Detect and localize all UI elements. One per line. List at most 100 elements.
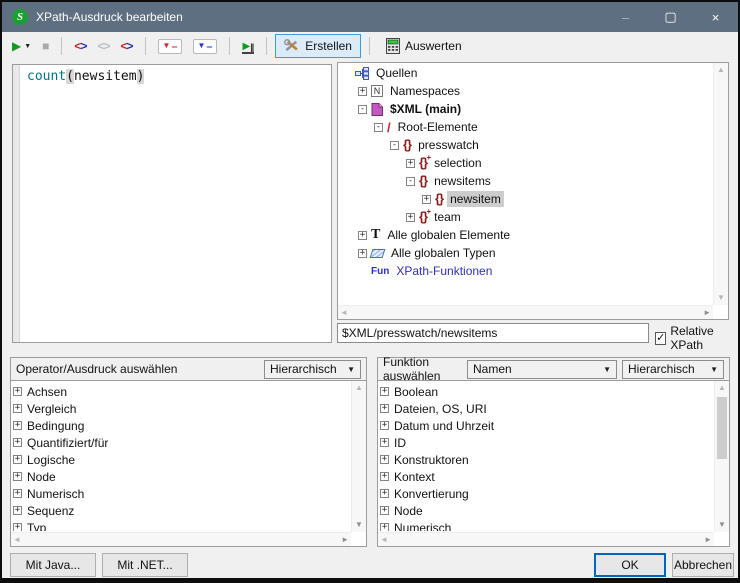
expand-icon[interactable]: + (380, 404, 389, 413)
scroll-left-icon[interactable]: ◄ (340, 309, 348, 317)
evaluate-mode-button[interactable]: Auswerten (378, 35, 470, 57)
tree-item-team[interactable]: +{}+team (338, 208, 712, 226)
expand-icon[interactable]: + (13, 506, 22, 515)
tree-item-newsitems[interactable]: -{}newsitems (338, 172, 712, 190)
scroll-left-icon[interactable]: ◄ (13, 536, 21, 544)
expand-icon[interactable]: + (406, 213, 415, 222)
title-bar[interactable]: S XPath-Ausdruck bearbeiten – ▢ × (2, 2, 738, 32)
insert-breakpoint-button[interactable]: ▼--- (154, 36, 186, 57)
list-item-achsen[interactable]: +Achsen (13, 383, 350, 400)
expand-icon[interactable]: + (13, 387, 22, 396)
expand-icon[interactable]: + (422, 195, 431, 204)
list-item-bedingung[interactable]: +Bedingung (13, 417, 350, 434)
expand-icon[interactable]: + (13, 455, 22, 464)
with-dotnet-button[interactable]: Mit .NET... (102, 553, 188, 577)
step-out-button[interactable]: <> (93, 36, 113, 56)
list-item-id[interactable]: +ID (380, 434, 713, 451)
scroll-right-icon[interactable]: ► (703, 309, 711, 317)
xpath-expression-editor[interactable]: count(newsitem) (12, 64, 332, 343)
insert-tracepoint-button[interactable]: ▼--- (189, 36, 221, 57)
scroll-up-icon[interactable]: ▲ (715, 384, 729, 392)
collapse-icon[interactable]: - (390, 141, 399, 150)
operator-view-dropdown[interactable]: Hierarchisch ▼ (264, 360, 361, 379)
expand-icon[interactable]: + (358, 87, 367, 96)
collapse-icon[interactable]: - (406, 177, 415, 186)
step-over-button[interactable]: <> (116, 36, 136, 56)
tree-item-root-elemente[interactable]: -/Root-Elemente (338, 118, 712, 136)
function-sort-dropdown[interactable]: Namen ▼ (467, 360, 617, 379)
function-horizontal-scrollbar[interactable]: ◄ ► (378, 532, 714, 546)
expand-icon[interactable]: + (380, 455, 389, 464)
cancel-button[interactable]: Abbrechen (672, 553, 734, 577)
scroll-down-icon[interactable]: ▼ (352, 521, 366, 529)
expand-icon[interactable]: + (358, 249, 367, 258)
list-item-konvertierung[interactable]: +Konvertierung (380, 485, 713, 502)
tree-item-alle-globalen-typen[interactable]: +Alle globalen Typen (338, 244, 712, 262)
list-item-kontext[interactable]: +Kontext (380, 468, 713, 485)
xpath-context-field[interactable]: $XML/presswatch/newsitems (337, 323, 649, 343)
scroll-down-icon[interactable]: ▼ (714, 294, 728, 302)
tree-item-alle-globalen-elemente[interactable]: +TAlle globalen Elemente (338, 226, 712, 244)
expand-icon[interactable]: + (358, 231, 367, 240)
relative-xpath-checkbox[interactable]: ✓ (655, 332, 666, 345)
list-item-numerisch[interactable]: +Numerisch (380, 519, 713, 531)
list-item-quantifiziert-f-r[interactable]: +Quantifiziert/für (13, 434, 350, 451)
scrollbar-thumb[interactable] (717, 397, 727, 459)
tree-horizontal-scrollbar[interactable]: ◄ ► (338, 305, 713, 319)
ok-button[interactable]: OK (594, 553, 666, 577)
scroll-down-icon[interactable]: ▼ (715, 521, 729, 529)
start-evaluation-button[interactable]: ▶ ▼ (8, 37, 35, 55)
collapse-icon[interactable]: - (374, 123, 383, 132)
operator-horizontal-scrollbar[interactable]: ◄ ► (11, 532, 351, 546)
stop-button[interactable]: ■ (38, 37, 53, 55)
expand-icon[interactable]: + (380, 421, 389, 430)
tree-item-presswatch[interactable]: -{}presswatch (338, 136, 712, 154)
scroll-up-icon[interactable]: ▲ (714, 66, 728, 74)
list-item-logische[interactable]: +Logische (13, 451, 350, 468)
list-item-vergleich[interactable]: +Vergleich (13, 400, 350, 417)
function-view-dropdown[interactable]: Hierarchisch ▼ (622, 360, 724, 379)
expand-icon[interactable]: + (380, 523, 389, 531)
step-into-button[interactable]: <> (70, 36, 90, 56)
expand-icon[interactable]: + (13, 404, 22, 413)
list-item-datum-und-uhrzeit[interactable]: +Datum und Uhrzeit (380, 417, 713, 434)
debug-step-button[interactable]: ▶|| (238, 36, 259, 57)
expand-icon[interactable]: + (13, 472, 22, 481)
maximize-button[interactable]: ▢ (648, 2, 693, 32)
expand-icon[interactable]: + (13, 438, 22, 447)
minimize-button[interactable]: – (603, 2, 648, 32)
tree-item-$xml-main-[interactable]: -$XML (main) (338, 100, 712, 118)
tree-item-quellen[interactable]: Quellen (338, 64, 712, 82)
list-item-sequenz[interactable]: +Sequenz (13, 502, 350, 519)
tree-item-namespaces[interactable]: +NNamespaces (338, 82, 712, 100)
expand-icon[interactable]: + (380, 506, 389, 515)
list-item-konstruktoren[interactable]: +Konstruktoren (380, 451, 713, 468)
tree-vertical-scrollbar[interactable]: ▲ ▼ (713, 63, 728, 305)
collapse-icon[interactable]: - (358, 105, 367, 114)
list-item-node[interactable]: +Node (13, 468, 350, 485)
expand-icon[interactable]: + (380, 387, 389, 396)
expand-icon[interactable]: + (13, 523, 22, 531)
expand-icon[interactable]: + (380, 438, 389, 447)
scroll-right-icon[interactable]: ► (704, 536, 712, 544)
expand-icon[interactable]: + (380, 489, 389, 498)
scroll-left-icon[interactable]: ◄ (380, 536, 388, 544)
list-item-dateien-os-uri[interactable]: +Dateien, OS, URI (380, 400, 713, 417)
list-item-boolean[interactable]: +Boolean (380, 383, 713, 400)
scroll-up-icon[interactable]: ▲ (352, 384, 366, 392)
tree-item-xpath-funktionen[interactable]: FunXPath-Funktionen (338, 262, 712, 280)
expand-icon[interactable]: + (13, 489, 22, 498)
list-item-typ[interactable]: +Typ (13, 519, 350, 531)
operator-vertical-scrollbar[interactable]: ▲ ▼ (351, 381, 366, 532)
with-java-button[interactable]: Mit Java... (10, 553, 96, 577)
close-button[interactable]: × (693, 2, 738, 32)
expand-icon[interactable]: + (406, 159, 415, 168)
builder-mode-button[interactable]: Erstellen (275, 34, 361, 58)
tree-item-selection[interactable]: +{}+selection (338, 154, 712, 172)
expand-icon[interactable]: + (13, 421, 22, 430)
expand-icon[interactable]: + (380, 472, 389, 481)
scroll-right-icon[interactable]: ► (341, 536, 349, 544)
function-vertical-scrollbar[interactable]: ▲ ▼ (714, 381, 729, 532)
list-item-node[interactable]: +Node (380, 502, 713, 519)
tree-item-newsitem[interactable]: +{}newsitem (338, 190, 712, 208)
